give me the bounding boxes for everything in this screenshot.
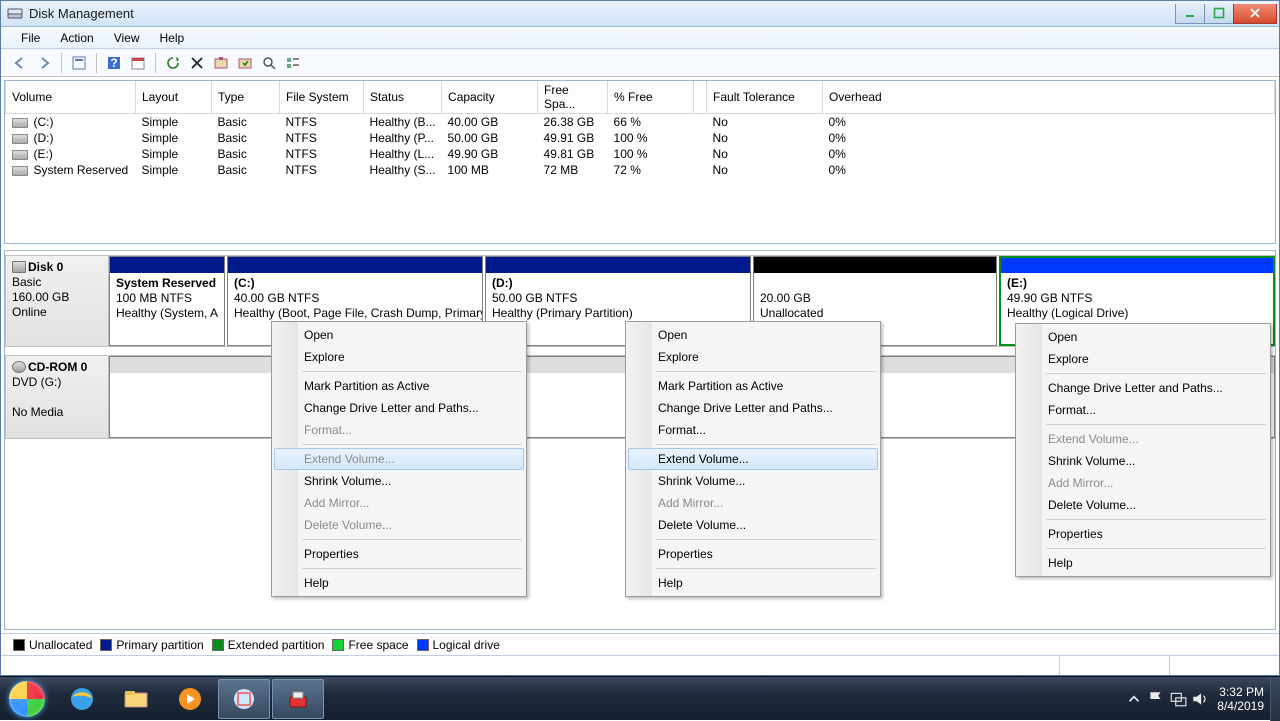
start-button[interactable] <box>0 677 54 721</box>
ctx-help[interactable]: Help <box>274 572 524 594</box>
ctx-help[interactable]: Help <box>628 572 878 594</box>
menu-action[interactable]: Action <box>50 29 103 47</box>
ctx-delete: Delete Volume... <box>274 514 524 536</box>
cdrom-header[interactable]: CD-ROM 0 DVD (G:)No Media <box>5 355 109 439</box>
cdrom-icon <box>12 361 26 373</box>
ctx-delete[interactable]: Delete Volume... <box>628 514 878 536</box>
disk-mgmt-icon <box>7 6 23 22</box>
volume-row[interactable]: (C:)SimpleBasicNTFSHealthy (B...40.00 GB… <box>6 114 1275 131</box>
start-orb-icon <box>9 681 45 717</box>
refresh-icon[interactable] <box>162 52 184 74</box>
ctx-explore[interactable]: Explore <box>1018 348 1268 370</box>
volume-icon <box>12 118 28 128</box>
context-menu-d: Open Explore Mark Partition as Active Ch… <box>625 321 881 597</box>
toolbar: ? <box>1 49 1279 77</box>
ctx-shrink[interactable]: Shrink Volume... <box>274 470 524 492</box>
tray-chevron-icon[interactable] <box>1125 690 1143 708</box>
ctx-explore[interactable]: Explore <box>628 346 878 368</box>
disk-graphical-view: Disk 0 Basic160.00 GBOnline System Reser… <box>4 250 1276 630</box>
ctx-format[interactable]: Format... <box>628 419 878 441</box>
help-icon[interactable]: ? <box>103 52 125 74</box>
context-menu-e: Open Explore Change Drive Letter and Pat… <box>1015 323 1271 577</box>
maximize-button[interactable] <box>1204 4 1234 24</box>
ctx-extend: Extend Volume... <box>274 448 524 470</box>
show-desktop-button[interactable] <box>1270 677 1280 721</box>
statusbar <box>1 655 1279 675</box>
tray-volume-icon[interactable] <box>1191 690 1209 708</box>
close-button[interactable] <box>1233 4 1277 24</box>
window-title: Disk Management <box>29 6 1176 21</box>
volume-row[interactable]: System ReservedSimpleBasicNTFSHealthy (S… <box>6 162 1275 178</box>
ctx-mark-active[interactable]: Mark Partition as Active <box>628 375 878 397</box>
ctx-properties[interactable]: Properties <box>628 543 878 565</box>
taskbar-explorer[interactable] <box>110 679 162 719</box>
disk-management-window: Disk Management File Action View Help ? <box>0 0 1280 676</box>
system-tray[interactable]: 3:32 PM8/4/2019 <box>1123 677 1270 721</box>
list-icon[interactable] <box>282 52 304 74</box>
volume-icon <box>12 166 28 176</box>
taskbar-ie[interactable] <box>56 679 108 719</box>
taskbar-snipping[interactable] <box>218 679 270 719</box>
volume-row[interactable]: (E:)SimpleBasicNTFSHealthy (L...49.90 GB… <box>6 146 1275 162</box>
menu-view[interactable]: View <box>104 29 150 47</box>
ctx-open[interactable]: Open <box>1018 326 1268 348</box>
ctx-properties[interactable]: Properties <box>1018 523 1268 545</box>
ctx-shrink[interactable]: Shrink Volume... <box>1018 450 1268 472</box>
taskbar-diskmgmt[interactable] <box>272 679 324 719</box>
volume-list[interactable]: VolumeLayoutType File SystemStatusCapaci… <box>4 80 1276 244</box>
ctx-help[interactable]: Help <box>1018 552 1268 574</box>
ctx-open[interactable]: Open <box>274 324 524 346</box>
minimize-button[interactable] <box>1175 4 1205 24</box>
taskbar-wmplayer[interactable] <box>164 679 216 719</box>
action2-icon[interactable] <box>234 52 256 74</box>
disk0-header[interactable]: Disk 0 Basic160.00 GBOnline <box>5 255 109 347</box>
menu-file[interactable]: File <box>11 29 50 47</box>
ctx-open[interactable]: Open <box>628 324 878 346</box>
ctx-mirror: Add Mirror... <box>1018 472 1268 494</box>
part-system-reserved[interactable]: System Reserved100 MB NTFSHealthy (Syste… <box>109 256 225 346</box>
action1-icon[interactable] <box>210 52 232 74</box>
calendar-icon[interactable] <box>127 52 149 74</box>
disk-icon <box>12 261 26 273</box>
ctx-properties[interactable]: Properties <box>274 543 524 565</box>
delete-icon[interactable] <box>186 52 208 74</box>
volume-icon <box>12 150 28 160</box>
ctx-extend: Extend Volume... <box>1018 428 1268 450</box>
menu-help[interactable]: Help <box>150 29 195 47</box>
search-icon[interactable] <box>258 52 280 74</box>
ctx-shrink[interactable]: Shrink Volume... <box>628 470 878 492</box>
ctx-change-letter[interactable]: Change Drive Letter and Paths... <box>628 397 878 419</box>
ctx-change-letter[interactable]: Change Drive Letter and Paths... <box>1018 377 1268 399</box>
column-headers[interactable]: VolumeLayoutType File SystemStatusCapaci… <box>6 81 1275 114</box>
ctx-mirror: Add Mirror... <box>274 492 524 514</box>
tray-clock[interactable]: 3:32 PM8/4/2019 <box>1217 685 1264 713</box>
tray-network-icon[interactable] <box>1169 690 1187 708</box>
tray-flag-icon[interactable] <box>1147 690 1165 708</box>
volume-row[interactable]: (D:)SimpleBasicNTFSHealthy (P...50.00 GB… <box>6 130 1275 146</box>
ctx-format: Format... <box>274 419 524 441</box>
context-menu-c: Open Explore Mark Partition as Active Ch… <box>271 321 527 597</box>
ctx-change-letter[interactable]: Change Drive Letter and Paths... <box>274 397 524 419</box>
volume-icon <box>12 134 28 144</box>
legend: Unallocated Primary partition Extended p… <box>1 633 1279 655</box>
menubar: File Action View Help <box>1 27 1279 49</box>
titlebar[interactable]: Disk Management <box>1 1 1279 27</box>
taskbar: 3:32 PM8/4/2019 <box>0 676 1280 720</box>
ctx-format[interactable]: Format... <box>1018 399 1268 421</box>
forward-button[interactable] <box>33 52 55 74</box>
settings-icon[interactable] <box>68 52 90 74</box>
ctx-extend[interactable]: Extend Volume... <box>628 448 878 470</box>
ctx-mark-active[interactable]: Mark Partition as Active <box>274 375 524 397</box>
back-button[interactable] <box>9 52 31 74</box>
ctx-mirror: Add Mirror... <box>628 492 878 514</box>
ctx-delete[interactable]: Delete Volume... <box>1018 494 1268 516</box>
ctx-explore[interactable]: Explore <box>274 346 524 368</box>
svg-text:?: ? <box>110 56 117 70</box>
